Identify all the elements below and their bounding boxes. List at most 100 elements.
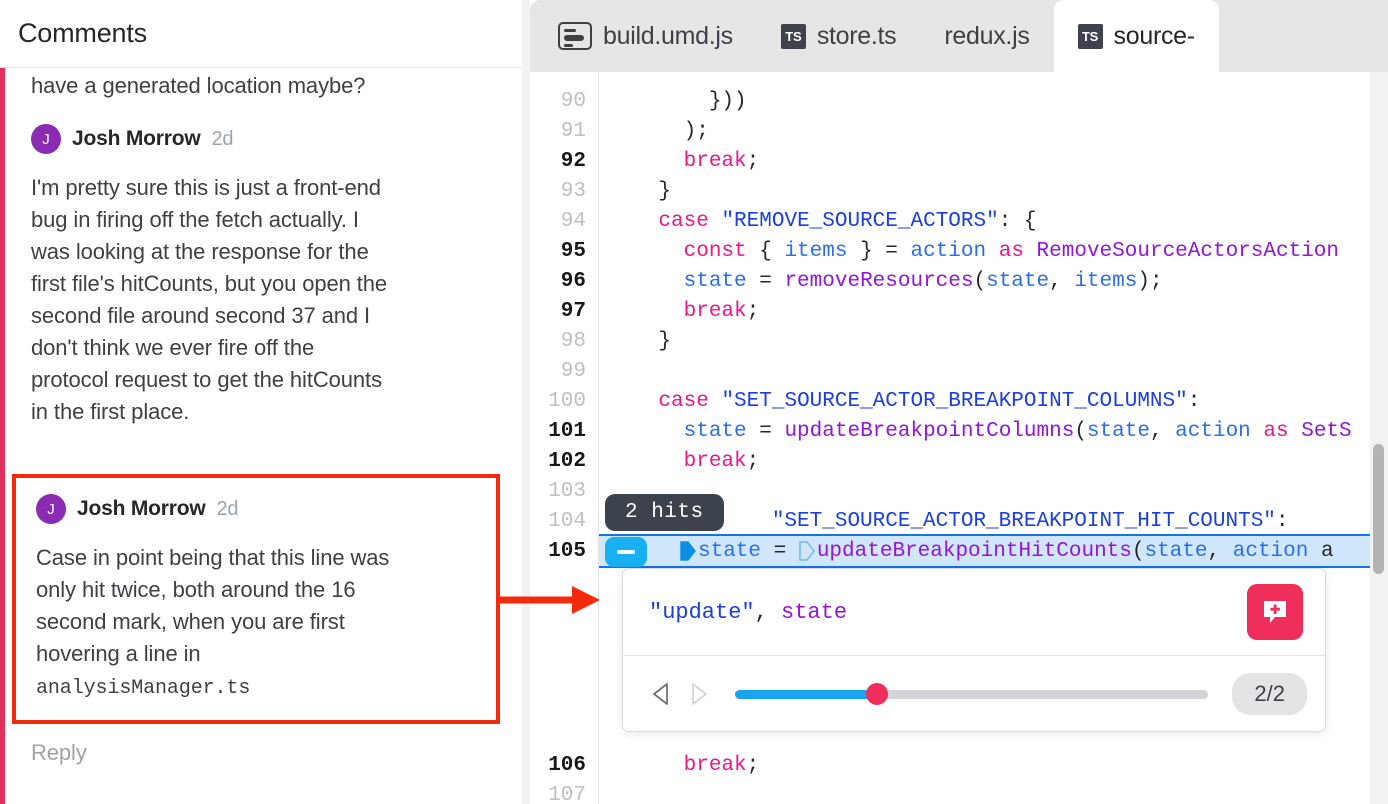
line-number: 95 — [530, 240, 586, 263]
tab-label: source- — [1114, 22, 1195, 51]
code-line[interactable]: 99 — [530, 356, 1388, 386]
code-line-text: break; — [586, 150, 1388, 173]
code-line[interactable]: 98 } — [530, 326, 1388, 356]
code-line[interactable]: 93 } — [530, 176, 1388, 206]
comment-plus-icon — [1260, 597, 1290, 627]
comment-body: I'm pretty sure this is just a front-end… — [5, 172, 517, 428]
panel-divider — [522, 0, 530, 804]
tab-label: store.ts — [817, 22, 897, 51]
code-line[interactable]: 92 break; — [530, 146, 1388, 176]
tab-label: redux.js — [944, 22, 1029, 51]
code-line-text: ); — [586, 120, 1388, 143]
comment-header: J Josh Morrow 2d — [16, 494, 496, 524]
popup-expression-token: , — [755, 600, 781, 625]
comments-header: Comments — [0, 0, 522, 68]
code-line-text: break; — [586, 754, 1388, 777]
code-line[interactable]: 106 break; — [530, 750, 1388, 780]
tab-build-umd-js[interactable]: build.umd.js — [530, 0, 757, 72]
breakpoint-chevron-icon[interactable] — [680, 540, 696, 562]
line-number: 99 — [530, 360, 586, 383]
code-line-text: state = removeResources(state, items); — [586, 270, 1388, 293]
hit-counter-badge: 2/2 — [1232, 673, 1307, 715]
triangle-left-icon[interactable] — [649, 681, 673, 707]
comment-header: J Josh Morrow 2d — [5, 124, 517, 154]
triangle-right-icon[interactable] — [687, 681, 711, 707]
code-line[interactable]: 96 state = removeResources(state, items)… — [530, 266, 1388, 296]
slider-fill — [735, 690, 877, 699]
code-line-text: case "REMOVE_SOURCE_ACTORS": { — [586, 210, 1388, 233]
hit-point-slider[interactable] — [735, 690, 1208, 699]
comment-inline-code: analysisManager.ts — [36, 677, 250, 700]
avatar: J — [31, 124, 61, 154]
tab-label: build.umd.js — [603, 22, 733, 51]
app-root: Comments position that didn't come back … — [0, 0, 1388, 804]
code-line[interactable]: 100 case "SET_SOURCE_ACTOR_BREAKPOINT_CO… — [530, 386, 1388, 416]
comment-timestamp: 2d — [216, 498, 238, 521]
tab-redux-js[interactable]: redux.js — [920, 0, 1053, 72]
line-number: 92 — [530, 150, 586, 173]
code-line[interactable]: 94 case "REMOVE_SOURCE_ACTORS": { — [530, 206, 1388, 236]
breakpoint-chevron-icon[interactable] — [799, 540, 815, 562]
code-line[interactable]: 107 — [530, 780, 1388, 804]
avatar: J — [36, 494, 66, 524]
code-line[interactable]: 90 })) — [530, 86, 1388, 116]
popup-expression-token: state — [781, 600, 847, 625]
code-line[interactable]: 95 const { items } = action as RemoveSou… — [530, 236, 1388, 266]
editor-tabbar: build.umd.js TS store.ts redux.js TS sou… — [530, 0, 1388, 72]
comments-panel: Comments position that didn't come back … — [0, 0, 522, 804]
code-scrollbar-thumb[interactable] — [1373, 444, 1384, 574]
comment-timestamp: 2d — [211, 128, 233, 151]
add-comment-button[interactable] — [1247, 584, 1303, 640]
ts-icon: TS — [781, 24, 806, 49]
line-number: 100 — [530, 390, 586, 413]
collapse-minus-icon[interactable] — [605, 537, 647, 567]
line-number: 94 — [530, 210, 586, 233]
line-number: 104 — [530, 510, 586, 533]
code-line-text: } — [586, 330, 1388, 353]
ts-icon: TS — [1078, 24, 1103, 49]
line-number: 96 — [530, 270, 586, 293]
popup-expression-row: "update", state — [623, 569, 1325, 656]
popup-expression-token: "update" — [649, 600, 755, 625]
code-line-text: case "SET_SOURCE_ACTOR_BREAKPOINT_COLUMN… — [586, 390, 1388, 413]
line-number: 102 — [530, 450, 586, 473]
code-line-text: } — [586, 180, 1388, 203]
line-number: 103 — [530, 480, 586, 503]
line-number: 106 — [530, 754, 586, 777]
code-line-text: const { items } = action as RemoveSource… — [586, 240, 1388, 263]
tab-source-active[interactable]: TS source- — [1054, 0, 1219, 72]
line-number: 101 — [530, 420, 586, 443]
code-line[interactable]: 102 break; — [530, 446, 1388, 476]
line-number: 105 — [530, 540, 586, 563]
comment-author: Josh Morrow — [77, 497, 205, 521]
line-number: 90 — [530, 90, 586, 113]
comment-body-text: Case in point being that this line was o… — [36, 545, 389, 666]
hit-count-tooltip: 2 hits — [605, 494, 724, 531]
slider-knob[interactable] — [866, 683, 888, 705]
line-number: 98 — [530, 330, 586, 353]
comment-body: Case in point being that this line was o… — [16, 542, 496, 705]
code-scrollbar-track[interactable] — [1370, 72, 1388, 804]
code-line-text: break; — [586, 450, 1388, 473]
line-number: 91 — [530, 120, 586, 143]
tab-store-ts[interactable]: TS store.ts — [757, 0, 921, 72]
code-line-text: })) — [586, 90, 1388, 113]
popup-nav-row: 2/2 — [623, 656, 1325, 732]
bundle-icon — [558, 22, 592, 50]
inline-hit-points-popup: "update", state 2/2 — [622, 568, 1326, 732]
comment-body-clipped: position that didn't come back not have … — [5, 68, 517, 102]
line-number: 107 — [530, 784, 586, 804]
code-line-text: break; — [586, 300, 1388, 323]
selected-code-text: state = updateBreakpointHitCounts(state,… — [680, 536, 1334, 566]
code-line[interactable]: 101 state = updateBreakpointColumns(stat… — [530, 416, 1388, 446]
reply-input[interactable]: Reply — [5, 740, 522, 766]
code-line[interactable]: 91 ); — [530, 116, 1388, 146]
line-number: 97 — [530, 300, 586, 323]
highlighted-comment[interactable]: J Josh Morrow 2d Case in point being tha… — [12, 474, 500, 724]
page-title: Comments — [0, 18, 147, 49]
code-line[interactable]: 97 break; — [530, 296, 1388, 326]
popup-expression[interactable]: "update", state — [623, 600, 847, 625]
code-line-text: state = updateBreakpointColumns(state, a… — [586, 420, 1388, 443]
comment-author: Josh Morrow — [72, 127, 200, 151]
line-number: 93 — [530, 180, 586, 203]
